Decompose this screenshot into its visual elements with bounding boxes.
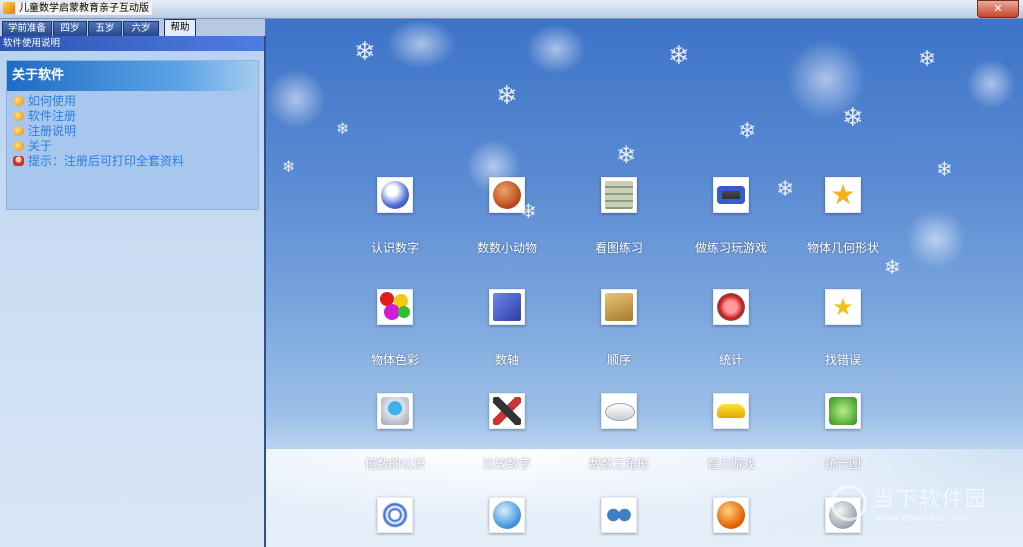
activity-multiples[interactable]: 倍数的认识 [340,393,450,472]
title-bar: 儿童数学启蒙教育亲子互动版 ✕ [0,0,1023,19]
star-icon: ★ [825,177,861,213]
snowflake-icon: ❄ [842,103,864,133]
tab-age-six[interactable]: 六岁 [123,21,159,36]
menu-item-register-info[interactable]: 注册说明 [7,124,258,139]
color-balls-icon [377,289,413,325]
snowflake-icon: ❄ [668,41,690,71]
activity-geometry-shapes[interactable]: ★ 物体几何形状 [788,177,898,256]
app-icon [3,2,15,14]
hard-drive-icon [377,393,413,429]
activity-order[interactable]: 顺序 [564,289,674,368]
activity-puzzle-games[interactable]: 智力游戏 [676,393,786,472]
tab-preschool[interactable]: 学前准备 [2,21,52,36]
watermark: 当下软件园 www.downxia.com [831,483,1001,529]
activity-item[interactable] [452,497,562,547]
activity-count-animals[interactable]: 数数小动物 [452,177,562,256]
tools-icon [489,393,525,429]
tab-age-four[interactable]: 四岁 [53,21,87,36]
panel-header: 软件使用说明 [0,36,264,51]
calculator-icon [601,177,637,213]
activity-recognize-numbers[interactable]: 认识数字 [340,177,450,256]
menu-item-register[interactable]: 软件注册 [7,109,258,124]
about-icon [13,141,24,151]
bokeh [266,69,326,129]
activity-number-line[interactable]: 数轴 [452,289,562,368]
section-list: 如何使用 软件注册 注册说明 关于 提示：注册后可打印全套资料 [7,91,258,169]
menu-item-tip[interactable]: 提示：注册后可打印全套资料 [7,154,258,169]
snowflake-icon: ❄ [884,255,901,279]
snowflake-icon: ❄ [496,81,518,111]
activity-item[interactable] [564,497,674,547]
activity-find-mistakes[interactable]: ★ 找错误 [788,289,898,368]
activity-practice-games[interactable]: 做练习玩游戏 [676,177,786,256]
activity-object-colors[interactable]: 物体色彩 [340,289,450,368]
activity-picture-practice[interactable]: 看图练习 [564,177,674,256]
close-button[interactable]: ✕ [977,0,1019,18]
mouse-icon [601,393,637,429]
help-icon [13,96,24,106]
animal-icon [489,177,525,213]
bokeh [906,209,966,269]
swirl-icon [377,497,413,533]
car-icon [713,393,749,429]
watermark-url: www.downxia.com [875,513,969,524]
activity-statistics[interactable]: 统计 [676,289,786,368]
section-title: 关于软件 [7,61,258,91]
snowflake-icon: ❄ [738,119,757,144]
gameboy-icon [713,177,749,213]
menu-item-about[interactable]: 关于 [7,139,258,154]
activity-item[interactable] [676,497,786,547]
red-button-icon [713,289,749,325]
number-ball-icon [713,497,749,533]
watermark-title: 当下软件园 [873,487,988,511]
bokeh [966,59,1016,109]
box-icon [601,289,637,325]
window-title: 儿童数学启蒙教育亲子互动版 [16,2,152,15]
register-icon [13,111,24,121]
about-section: 关于软件 如何使用 软件注册 注册说明 关于 提示：注册后可打印全套资料 [6,60,259,210]
tab-help[interactable]: 帮助 [164,19,196,36]
star-frame-icon: ★ [825,289,861,325]
bokeh [386,19,456,69]
tab-bar: 学前准备 四岁 五岁 六岁 帮助 [0,19,265,36]
globe-icon [489,497,525,533]
snowflake-icon: ❄ [616,141,637,169]
tab-age-five[interactable]: 五岁 [88,21,122,36]
activity-statistics-chart[interactable]: 统计图 [788,393,898,472]
main-area: ❄ ❄ ❄ ❄ ❄ ❄ ❄ ❄ ❄ ❄ ❄ ❄ ❄ 认识数字 数数小动物 看图练… [266,19,1023,547]
person-icon [13,156,24,166]
menu-item-how-to-use[interactable]: 如何使用 [7,94,258,109]
info-icon [13,126,24,136]
snowflake-icon: ❄ [282,157,296,176]
phone-dial-icon [377,177,413,213]
blue-book-icon [489,289,525,325]
glasses-icon [601,497,637,533]
bokeh [526,24,586,74]
activity-item[interactable] [340,497,450,547]
activity-count-triangles[interactable]: 数数三角形 [564,393,674,472]
k-logo-icon [825,393,861,429]
watermark-logo-icon [831,485,867,521]
snowflake-icon: ❄ [918,47,937,72]
snowflake-icon: ❄ [354,37,376,67]
snowflake-icon: ❄ [336,119,350,138]
activity-compare-numbers[interactable]: 比较数字 [452,393,562,472]
help-panel: 软件使用说明 关于软件 如何使用 软件注册 注册说明 关于 提示：注册后可打印全… [0,36,266,547]
snowflake-icon: ❄ [936,157,953,181]
